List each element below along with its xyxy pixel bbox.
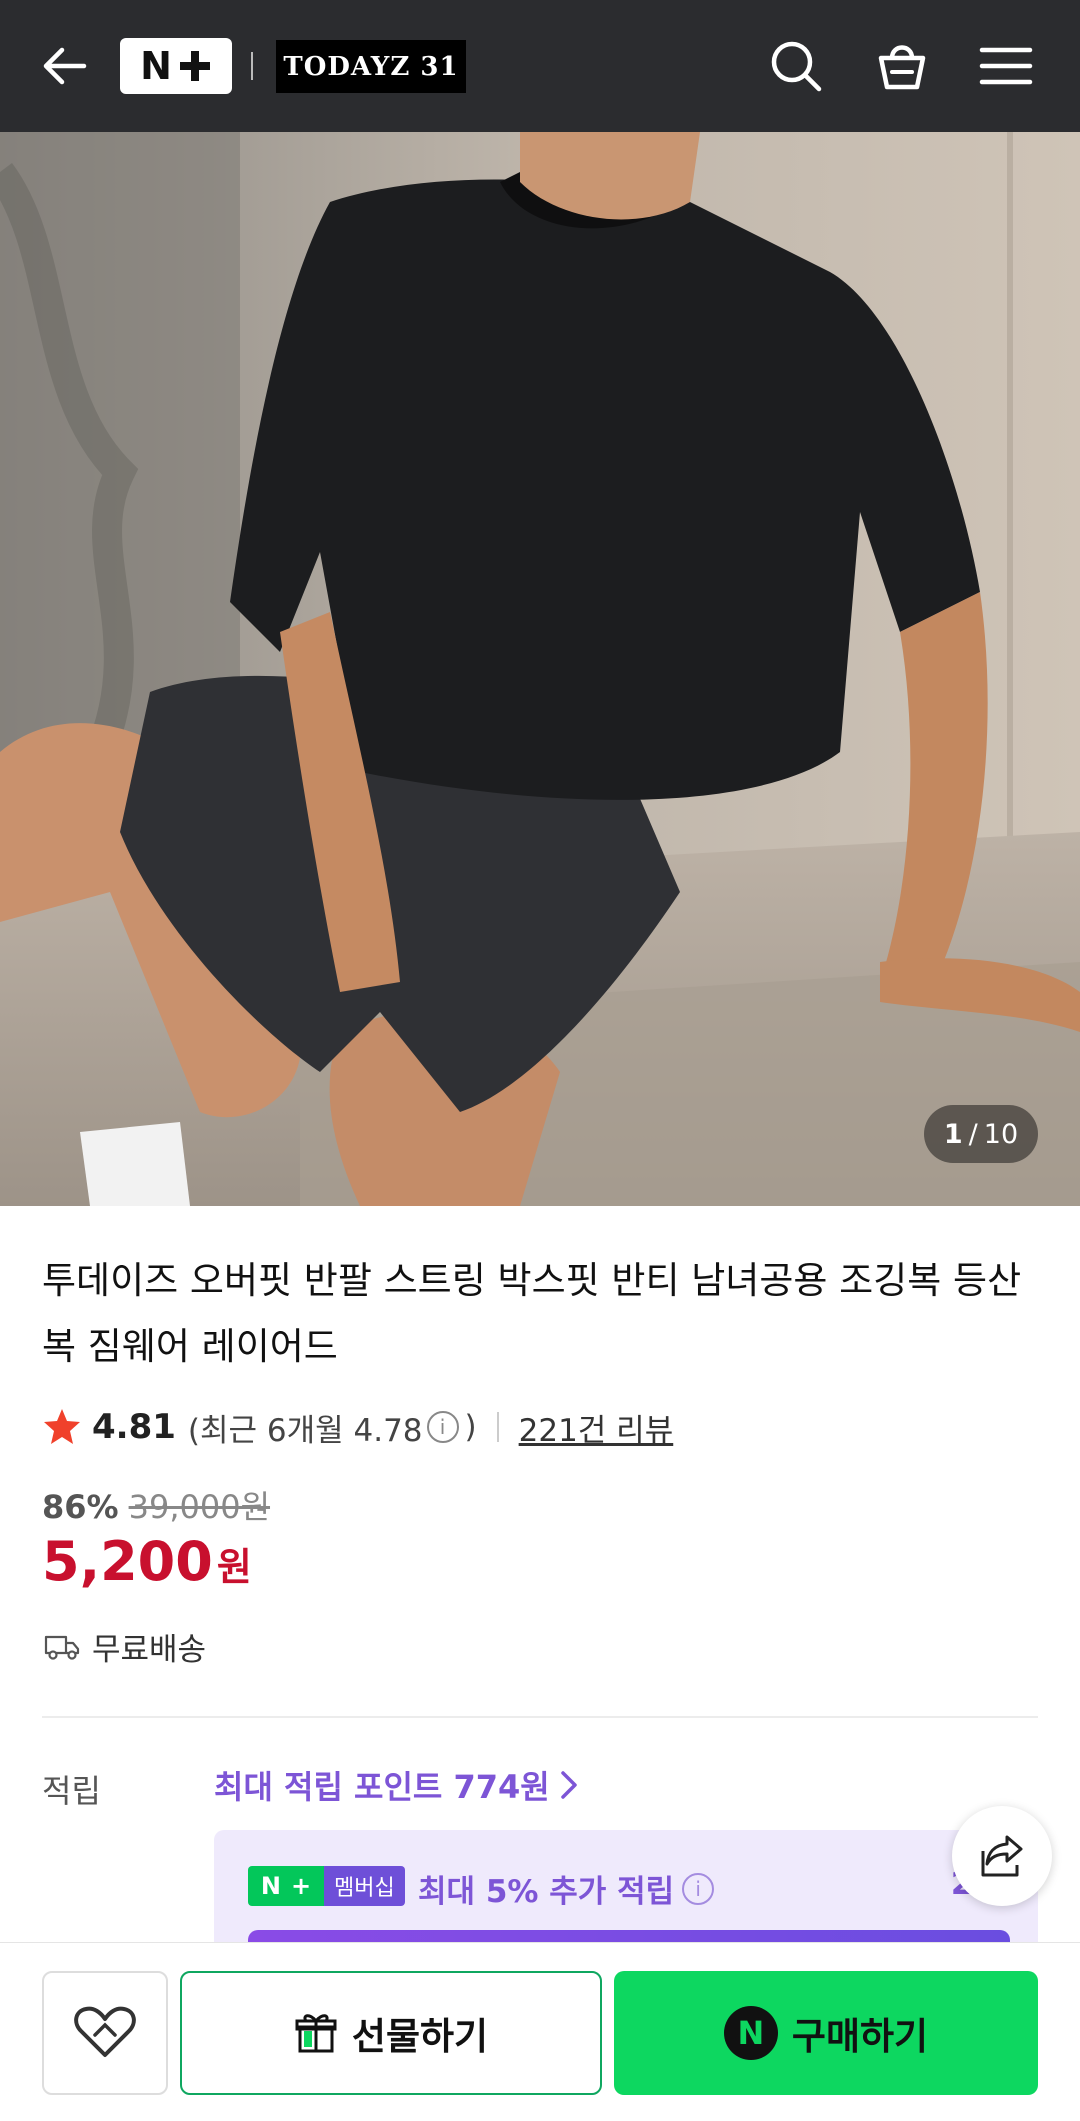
back-arrow-icon[interactable] xyxy=(36,40,92,92)
buy-button[interactable]: N 구매하기 xyxy=(614,1971,1038,2095)
truck-icon xyxy=(44,1635,80,1660)
recent-rating-close: ) xyxy=(464,1409,477,1445)
naver-plus-logo[interactable]: N xyxy=(120,38,232,94)
shipping-text: 무료배송 xyxy=(92,1632,207,1668)
max-points-text: 최대 적립 포인트 774원 xyxy=(214,1768,550,1806)
rating-row: 4.81 (최근 6개월 4.78 i ) 221건 리뷰 xyxy=(42,1403,673,1451)
sale-price: 5,200 xyxy=(42,1530,213,1593)
gift-label: 선물하기 xyxy=(351,2015,489,2058)
info-icon[interactable]: i xyxy=(426,1411,459,1443)
price-unit: 원 xyxy=(216,1545,252,1589)
original-price: 39,000원 xyxy=(128,1488,271,1526)
heart-icon xyxy=(74,2006,136,2057)
shopping-bag-icon[interactable] xyxy=(872,36,932,96)
top-header: N TODAYZ 31 xyxy=(0,0,1080,132)
star-icon xyxy=(44,1409,80,1444)
points-label: 적립 xyxy=(42,1772,101,1810)
store-logo[interactable]: TODAYZ 31 xyxy=(276,40,466,93)
naver-pay-icon: N xyxy=(723,2006,778,2060)
max-points-link[interactable]: 최대 적립 포인트 774원 xyxy=(214,1762,578,1808)
discount-row: 86% 39,000원 xyxy=(42,1482,270,1528)
info-icon[interactable]: i xyxy=(682,1872,715,1905)
price-row: 5,200 원 xyxy=(42,1530,252,1593)
review-count-link[interactable]: 221건 리뷰 xyxy=(519,1405,674,1450)
membership-text: 최대 5% 추가 적립 i xyxy=(418,1866,715,1911)
share-icon xyxy=(981,1835,1023,1877)
wishlist-button[interactable] xyxy=(42,1971,168,2095)
membership-badge: N + 멤버십 xyxy=(248,1866,405,1906)
rating-score: 4.81 xyxy=(92,1407,176,1447)
menu-icon[interactable] xyxy=(976,36,1036,96)
gift-icon xyxy=(295,2014,337,2053)
rating-separator xyxy=(496,1412,499,1442)
search-icon[interactable] xyxy=(766,36,826,96)
discount-rate: 86% xyxy=(42,1488,119,1526)
recent-rating: (최근 6개월 4.78 xyxy=(187,1412,423,1449)
section-divider xyxy=(42,1716,1038,1718)
image-page-indicator: 1 / 10 xyxy=(924,1105,1038,1163)
product-image[interactable] xyxy=(0,132,1080,1206)
buy-label: 구매하기 xyxy=(791,2015,929,2058)
share-button[interactable] xyxy=(952,1806,1052,1906)
product-title: 투데이즈 오버핏 반팔 스트링 박스핏 반티 남녀공용 조깅복 등산복 짐웨어 … xyxy=(42,1259,1022,1368)
bottom-action-bar: 선물하기 N 구매하기 xyxy=(0,1942,1080,2121)
shipping-row: 무료배송 xyxy=(44,1624,206,1669)
chevron-right-icon xyxy=(561,1771,577,1799)
header-divider xyxy=(251,52,253,80)
gift-button[interactable]: 선물하기 xyxy=(180,1971,602,2095)
